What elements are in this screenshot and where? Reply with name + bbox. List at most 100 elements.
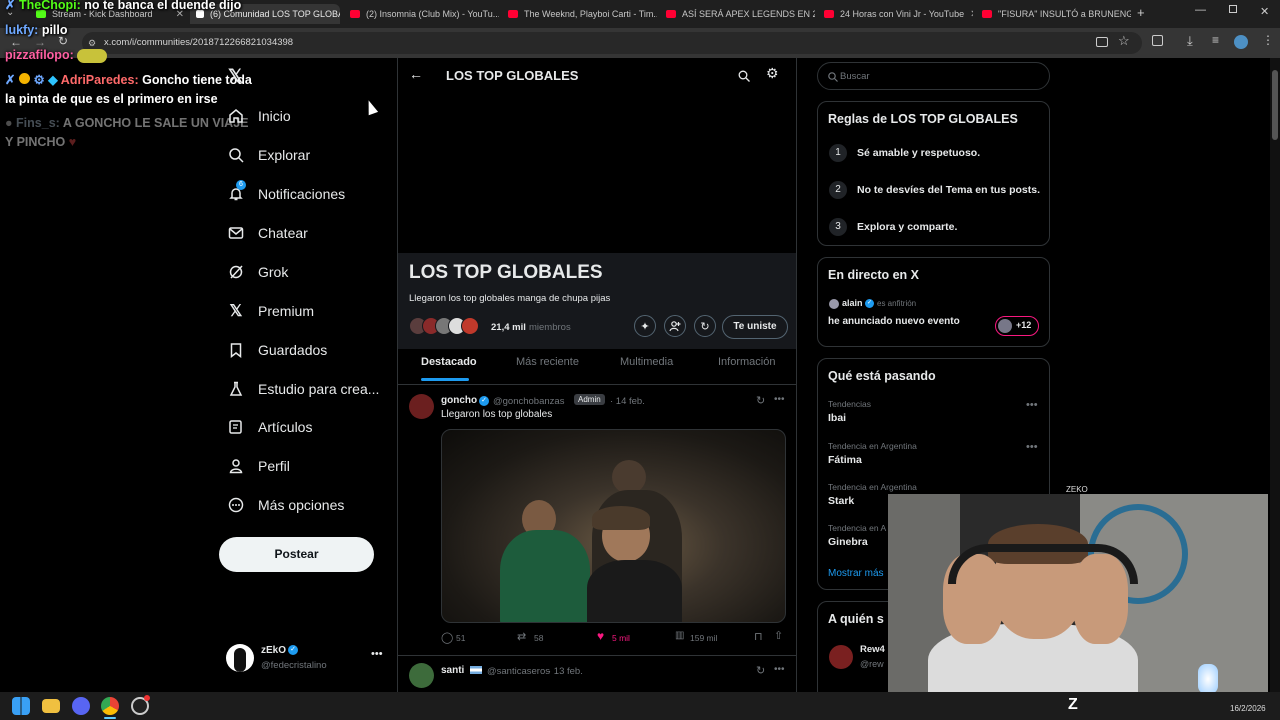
tab-mas-reciente[interactable]: Más reciente (516, 356, 579, 368)
pin-sparkle-button[interactable]: ✦ (634, 315, 656, 337)
community-search-icon[interactable] (738, 69, 750, 87)
active-tab-indicator (421, 378, 469, 381)
grok-post-icon[interactable]: ↻ (756, 664, 765, 677)
settings-gear-icon[interactable]: ⚙ (766, 65, 779, 82)
post-author-handle[interactable]: @gonchobanzas (493, 396, 564, 407)
trend-more-icon[interactable]: ••• (1026, 441, 1038, 453)
share-icon[interactable]: ⇧ (774, 629, 783, 642)
discord-icon[interactable] (72, 697, 90, 715)
back-icon[interactable]: ← (10, 35, 22, 49)
minimize-window-button[interactable]: — (1195, 4, 1206, 16)
trend-name[interactable]: Fátima (828, 454, 862, 466)
post-more-icon[interactable]: ••• (774, 664, 785, 675)
share-community-button[interactable]: ↻ (694, 315, 716, 337)
address-bar[interactable]: ⚙ x.com/i/communities/201871226682103439… (82, 32, 1142, 54)
file-explorer-icon[interactable] (42, 699, 60, 713)
follow-name[interactable]: Rew4 (860, 644, 885, 655)
maximize-window-button[interactable] (1229, 5, 1237, 13)
rule-number: 1 (829, 144, 847, 162)
nav-item-guardados[interactable]: Guardados (228, 337, 327, 363)
browser-menu-icon[interactable]: ⋮ (1262, 33, 1274, 47)
nav-label: Chatear (258, 225, 308, 241)
chat-badge-icon: ● (5, 116, 13, 130)
install-app-icon[interactable] (1096, 37, 1108, 47)
windows-start-icon[interactable] (12, 697, 30, 715)
close-window-button[interactable]: ✕ (1260, 5, 1269, 18)
flag-icon (470, 666, 482, 674)
nav-item-explorar[interactable]: Explorar (228, 142, 310, 168)
youtube-favicon-icon (350, 10, 360, 18)
post[interactable]: goncho ✓ @gonchobanzas Admin · 14 feb. ↻… (398, 385, 796, 655)
trend-category: Tendencia en Argentina (828, 441, 917, 451)
forward-icon[interactable]: → (34, 35, 46, 49)
back-arrow-icon[interactable]: ← (409, 66, 423, 82)
x-logo-icon[interactable]: 𝕏 (228, 66, 243, 87)
avatar[interactable] (409, 663, 434, 688)
post-date[interactable]: · 13 feb. (548, 666, 583, 677)
nav-item-perfil[interactable]: Perfil (228, 453, 290, 479)
post-author-handle[interactable]: @santicaseros (487, 666, 550, 677)
joined-button[interactable]: Te uniste (722, 315, 788, 339)
close-tab-icon[interactable]: ✕ (964, 9, 973, 20)
trend-name[interactable]: Ginebra (828, 536, 868, 548)
tab-destacado[interactable]: Destacado (421, 356, 477, 368)
search-field[interactable]: Buscar (817, 62, 1050, 90)
browser-tab[interactable]: 24 Horas con Vini Jr - YouTube ✕ (818, 4, 973, 24)
post[interactable]: santi @santicaseros · 13 feb. ↻ ••• (398, 656, 796, 692)
bookmark-star-icon[interactable]: ☆ (1118, 33, 1130, 49)
avatar (461, 317, 479, 335)
page-scrollbar[interactable] (1270, 58, 1280, 692)
nav-item-chatear[interactable]: Chatear (228, 220, 308, 246)
members-count[interactable]: 21,4 mil (491, 322, 526, 333)
like-icon[interactable]: ♥ (597, 629, 604, 643)
tab-informacion[interactable]: Información (718, 356, 775, 368)
repost-icon[interactable]: ⇄ (517, 630, 526, 643)
nav-item-inicio[interactable]: Inicio (228, 103, 291, 129)
tab-multimedia[interactable]: Multimedia (620, 356, 673, 368)
browser-tab[interactable]: (2) Insomnia (Club Mix) - YouTu... ✕ (344, 4, 499, 24)
live-listeners[interactable]: +12 (995, 316, 1039, 336)
member-avatars[interactable] (409, 317, 484, 335)
post-more-icon[interactable]: ••• (774, 394, 785, 405)
views-icon[interactable]: ▥ (675, 630, 684, 641)
reading-list-icon[interactable]: ≡ (1212, 33, 1219, 47)
reply-icon[interactable]: ◯ (441, 631, 453, 644)
extensions-icon[interactable] (1152, 35, 1163, 46)
nav-item-articulos[interactable]: Artículos (228, 414, 312, 440)
chrome-icon[interactable] (101, 697, 119, 715)
flask-icon (228, 381, 244, 397)
chat-line: ✗ ⚙ ◆ AdriParedes: Goncho tiene toda (5, 72, 252, 87)
trend-more-icon[interactable]: ••• (1026, 399, 1038, 411)
live-card[interactable]: En directo en X alain ✓ es anfitrión he … (817, 257, 1050, 347)
post-author-name[interactable]: goncho (441, 395, 477, 406)
profile-avatar-icon[interactable] (1234, 35, 1248, 49)
avatar[interactable] (409, 394, 434, 419)
download-icon[interactable]: ⤓ (1187, 33, 1193, 49)
youtube-favicon-icon (824, 10, 834, 18)
post-date[interactable]: · 14 feb. (610, 396, 645, 407)
nav-item-estudio[interactable]: Estudio para crea... (228, 376, 379, 402)
post-author-name[interactable]: santi (441, 665, 464, 676)
new-tab-button[interactable]: + (1137, 5, 1145, 20)
browser-tab[interactable]: The Weeknd, Playboi Carti - Tim... ✕ (502, 4, 657, 24)
trend-name[interactable]: Ibai (828, 412, 846, 424)
post-button[interactable]: Postear (219, 537, 374, 572)
avatar[interactable] (829, 645, 853, 669)
grok-post-icon[interactable]: ↻ (756, 394, 765, 407)
trend-name[interactable]: Stark (828, 495, 854, 507)
nav-item-notificaciones[interactable]: 6 Notificaciones (228, 180, 345, 207)
account-handle: @fedecristalino (261, 660, 327, 671)
post-photo[interactable] (441, 429, 786, 623)
browser-tab[interactable]: "FISURA" INSULTÓ a BRUNENG... ✕ (976, 4, 1131, 24)
invite-user-button[interactable] (664, 315, 686, 337)
account-more-icon[interactable]: ••• (371, 648, 383, 660)
chat-user: lukfy: (5, 23, 39, 37)
account-switcher[interactable]: zEkO ✓ @fedecristalino ••• (226, 642, 386, 674)
nav-label: Más opciones (258, 497, 345, 513)
show-more-link[interactable]: Mostrar más (828, 568, 884, 579)
nav-item-mas-opciones[interactable]: Más opciones (228, 492, 344, 518)
nav-item-grok[interactable]: Grok (228, 259, 288, 285)
browser-tab[interactable]: ASÍ SERÁ APEX LEGENDS EN 20... ✕ (660, 4, 815, 24)
nav-item-premium[interactable]: 𝕏 Premium (228, 298, 314, 324)
bookmark-icon[interactable]: ⊓ (754, 630, 763, 643)
